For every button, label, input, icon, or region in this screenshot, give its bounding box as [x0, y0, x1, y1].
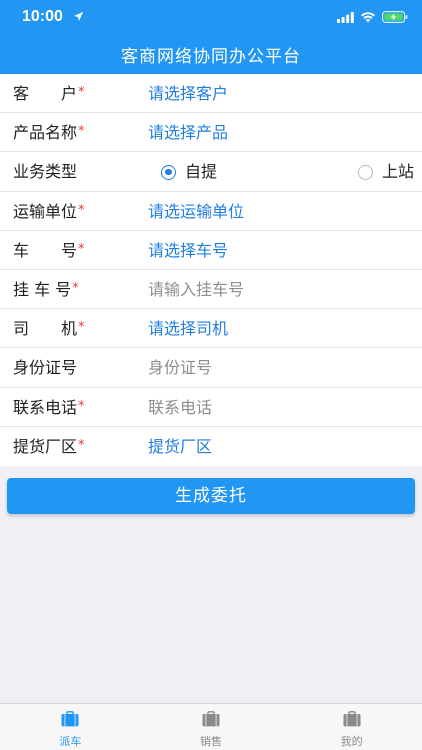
customer-row[interactable]: 客 户* 请选择客户	[0, 74, 422, 114]
tab-bar: 派车 销售 我的	[0, 703, 422, 750]
required-mark: *	[78, 202, 85, 218]
status-indicators	[337, 10, 408, 24]
generate-order-button[interactable]: 生成委托	[7, 478, 415, 514]
radio-self-pickup[interactable]: 自提	[161, 163, 217, 181]
tab-sales[interactable]: 销售	[141, 704, 282, 750]
radio-self-pickup-label: 自提	[185, 162, 218, 182]
required-mark: *	[72, 280, 79, 296]
id-number-input[interactable]: 身份证号	[148, 348, 212, 387]
location-arrow-icon	[73, 11, 84, 22]
battery-charging-icon	[382, 11, 408, 23]
carrier-label: 运输单位*	[13, 201, 85, 221]
required-mark: *	[78, 398, 85, 414]
trailer-row: 挂 车 号* 请输入挂车号	[0, 270, 422, 310]
app-header: 10:00 客商网络协同办公平台	[0, 0, 422, 74]
business-type-label: 业务类型	[13, 162, 78, 182]
phone-label: 联系电话*	[13, 397, 85, 417]
trailer-label: 挂 车 号*	[13, 279, 79, 299]
dispatch-form: 客 户* 请选择客户 产品名称* 请选择产品 业务类型 自提 上站 运输单位* …	[0, 74, 422, 466]
carrier-row[interactable]: 运输单位* 请选运输单位	[0, 192, 422, 231]
radio-unselected-icon	[358, 164, 373, 180]
pickup-area-label: 提货厂区*	[13, 436, 85, 456]
product-label: 产品名称*	[13, 123, 85, 143]
briefcase-icon	[343, 711, 361, 727]
customer-label: 客 户*	[13, 84, 85, 103]
customer-select[interactable]: 请选择客户	[148, 74, 228, 113]
required-mark: *	[78, 85, 85, 100]
business-type-row: 业务类型 自提 上站	[0, 152, 422, 192]
product-select[interactable]: 请选择产品	[148, 113, 228, 152]
required-mark: *	[78, 437, 85, 453]
id-number-label: 身份证号	[13, 358, 78, 378]
status-bar: 10:00	[0, 0, 422, 34]
trailer-input[interactable]: 请输入挂车号	[148, 270, 244, 309]
pickup-area-row[interactable]: 提货厂区* 提货厂区	[0, 427, 422, 466]
radio-selected-icon	[161, 164, 176, 180]
id-number-row: 身份证号 身份证号	[0, 348, 422, 388]
phone-input[interactable]: 联系电话	[148, 388, 212, 427]
page-title: 客商网络协同办公平台	[121, 47, 301, 67]
vehicle-label: 车 号*	[13, 240, 85, 260]
radio-station-label: 上站	[382, 162, 415, 182]
carrier-select[interactable]: 请选运输单位	[148, 192, 244, 231]
required-mark: *	[78, 124, 85, 140]
driver-row[interactable]: 司 机* 请选择司机	[0, 309, 422, 349]
driver-label: 司 机*	[13, 319, 85, 339]
vehicle-select[interactable]: 请选择车号	[148, 231, 228, 270]
tab-dispatch[interactable]: 派车	[0, 704, 141, 750]
signal-icon	[337, 11, 354, 23]
tab-sales-label: 销售	[200, 735, 222, 748]
required-mark: *	[78, 241, 85, 257]
product-row[interactable]: 产品名称* 请选择产品	[0, 113, 422, 153]
vehicle-row[interactable]: 车 号* 请选择车号	[0, 231, 422, 270]
phone-row: 联系电话* 联系电话	[0, 388, 422, 427]
briefcase-icon	[202, 711, 220, 727]
wifi-icon	[361, 12, 375, 23]
tab-dispatch-label: 派车	[59, 735, 82, 748]
pickup-area-select[interactable]: 提货厂区	[148, 427, 212, 466]
driver-select[interactable]: 请选择司机	[148, 309, 228, 348]
status-time: 10:00	[22, 8, 63, 25]
briefcase-icon	[61, 711, 79, 727]
required-mark: *	[78, 320, 85, 336]
tab-mine[interactable]: 我的	[281, 704, 422, 750]
tab-mine-label: 我的	[340, 735, 363, 748]
radio-station[interactable]: 上站	[358, 163, 414, 181]
